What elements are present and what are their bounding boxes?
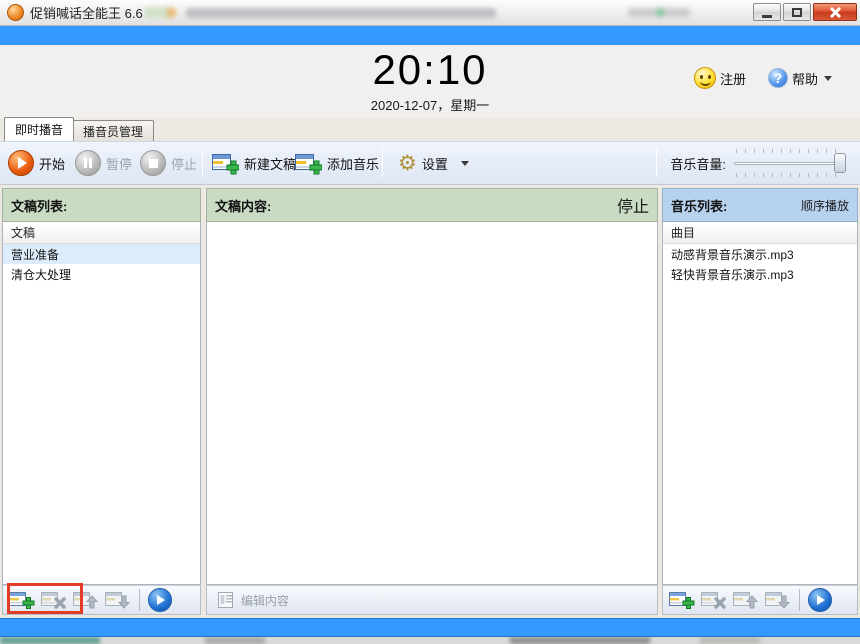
music-list-toolbar xyxy=(662,585,858,615)
taskbar-blur xyxy=(510,637,650,644)
edit-content-label: 编辑内容 xyxy=(241,593,290,608)
maximize-button[interactable] xyxy=(783,3,811,21)
register-button[interactable]: 注册 xyxy=(693,67,746,89)
blur-blob xyxy=(186,8,496,18)
close-button[interactable] xyxy=(813,3,857,21)
annotation-highlight-box xyxy=(7,583,83,614)
edit-document-icon xyxy=(217,591,235,609)
gear-icon: ⚙ xyxy=(398,151,417,175)
music-list-header: 音乐列表: 顺序播放 xyxy=(662,188,858,222)
stop-icon xyxy=(140,150,166,176)
register-label: 注册 xyxy=(719,71,746,87)
document-list-title: 文稿列表: xyxy=(11,198,68,214)
playback-status: 停止 xyxy=(616,199,649,216)
music-list-panel: 音乐列表: 顺序播放 曲目 动感背景音乐演示.mp3 轻快背景音乐演示.mp3 xyxy=(662,188,858,615)
new-document-button[interactable]: 新建文稿 xyxy=(212,142,296,184)
music-volume-slider[interactable] xyxy=(734,148,846,178)
separator xyxy=(799,589,800,611)
doc-list-item[interactable]: 清仓大处理 xyxy=(3,264,200,284)
stop-button[interactable]: 停止 xyxy=(140,142,197,184)
add-music-label: 添加音乐 xyxy=(327,156,380,172)
document-content-area[interactable] xyxy=(206,222,658,585)
taskbar-blur xyxy=(205,637,265,644)
edit-content-button[interactable]: 编辑内容 xyxy=(213,591,289,609)
music-list[interactable]: 曲目 动感背景音乐演示.mp3 轻快背景音乐演示.mp3 xyxy=(662,222,858,585)
help-icon: ? xyxy=(767,68,788,88)
separator xyxy=(139,589,140,611)
volume-label: 音乐音量: xyxy=(670,156,726,172)
app-window: { "window": { "title": "促销喊话全能王 6.6" }, … xyxy=(0,0,860,644)
tab-announcer-management[interactable]: 播音员管理 xyxy=(72,120,155,141)
doc-list-item[interactable]: 营业准备 xyxy=(3,244,200,264)
document-content-title: 文稿内容: xyxy=(215,198,272,214)
header: 20:10 2020-12-07，星期一 注册 ? 帮助 xyxy=(0,45,860,118)
minimize-button[interactable] xyxy=(753,3,781,21)
slider-ticks xyxy=(736,173,844,177)
clock-date: 2020-12-07，星期一 xyxy=(370,98,490,113)
document-list-panel: 文稿列表: 文稿 营业准备 清仓大处理 xyxy=(2,188,201,615)
blur-blob xyxy=(656,8,665,17)
taskbar-blur xyxy=(700,637,760,644)
play-document-button[interactable] xyxy=(148,588,172,612)
move-down-icon[interactable] xyxy=(105,590,131,610)
chevron-down-icon xyxy=(824,75,832,81)
slider-track[interactable] xyxy=(734,162,846,165)
content-toolbar: 编辑内容 xyxy=(206,585,658,615)
settings-label: 设置 xyxy=(421,156,448,172)
pause-icon xyxy=(75,150,101,176)
play-mode-toggle[interactable]: 顺序播放 xyxy=(801,197,849,214)
bottom-ad-banner xyxy=(0,618,860,637)
move-up-icon[interactable] xyxy=(733,590,759,610)
main-area: 文稿列表: 文稿 营业准备 清仓大处理 文稿内容: 停止 编辑内容 音乐列表: … xyxy=(0,185,860,618)
smiley-icon xyxy=(693,67,716,89)
chevron-down-icon xyxy=(460,160,469,166)
separator xyxy=(382,149,383,177)
document-list-header: 文稿列表: xyxy=(2,188,201,222)
help-label: 帮助 xyxy=(791,71,818,87)
document-content-header: 文稿内容: 停止 xyxy=(206,188,658,222)
new-document-icon xyxy=(212,152,239,175)
document-list[interactable]: 文稿 营业准备 清仓大处理 xyxy=(2,222,201,585)
window-controls xyxy=(753,3,857,21)
add-music-button[interactable]: 添加音乐 xyxy=(295,142,379,184)
slider-ticks xyxy=(736,149,844,153)
maximize-icon xyxy=(792,7,802,17)
blur-blob xyxy=(166,7,177,18)
toolbar: 开始 暂停 停止 新建文稿 添加音乐 ⚙ 设置 音乐音量: xyxy=(0,142,860,185)
pause-label: 暂停 xyxy=(106,156,133,172)
slider-thumb[interactable] xyxy=(834,153,846,173)
window-title: 促销喊话全能王 6.6 xyxy=(30,6,143,21)
play-icon xyxy=(8,150,34,176)
start-label: 开始 xyxy=(39,156,66,172)
music-column-header: 曲目 xyxy=(663,222,857,244)
separator xyxy=(202,149,203,177)
delete-music-icon[interactable] xyxy=(701,590,727,610)
music-list-item[interactable]: 轻快背景音乐演示.mp3 xyxy=(663,264,857,284)
music-list-item[interactable]: 动感背景音乐演示.mp3 xyxy=(663,244,857,264)
document-content-panel: 文稿内容: 停止 编辑内容 xyxy=(206,188,658,615)
new-document-label: 新建文稿 xyxy=(244,156,297,172)
minimize-icon xyxy=(762,14,772,18)
app-icon xyxy=(7,4,24,21)
censored-url-blur xyxy=(140,5,760,21)
music-list-title: 音乐列表: xyxy=(671,198,728,214)
tabbar: 即时播音 播音员管理 xyxy=(0,117,860,142)
separator xyxy=(656,149,657,177)
top-ad-banner xyxy=(0,26,860,45)
add-music-item-icon[interactable] xyxy=(669,590,695,610)
tab-instant-broadcast[interactable]: 即时播音 xyxy=(4,117,75,141)
taskbar-sliver xyxy=(0,637,860,644)
start-button[interactable]: 开始 xyxy=(8,142,65,184)
play-music-button[interactable] xyxy=(808,588,832,612)
document-column-header: 文稿 xyxy=(3,222,200,244)
pause-button[interactable]: 暂停 xyxy=(75,142,132,184)
stop-label: 停止 xyxy=(171,156,198,172)
move-down-icon[interactable] xyxy=(765,590,791,610)
add-music-icon xyxy=(295,152,322,175)
help-button[interactable]: ? 帮助 xyxy=(767,68,832,88)
titlebar: 促销喊话全能王 6.6 xyxy=(0,0,860,26)
taskbar-blur xyxy=(0,637,100,644)
close-icon xyxy=(829,6,841,18)
settings-button[interactable]: ⚙ 设置 xyxy=(398,142,469,184)
